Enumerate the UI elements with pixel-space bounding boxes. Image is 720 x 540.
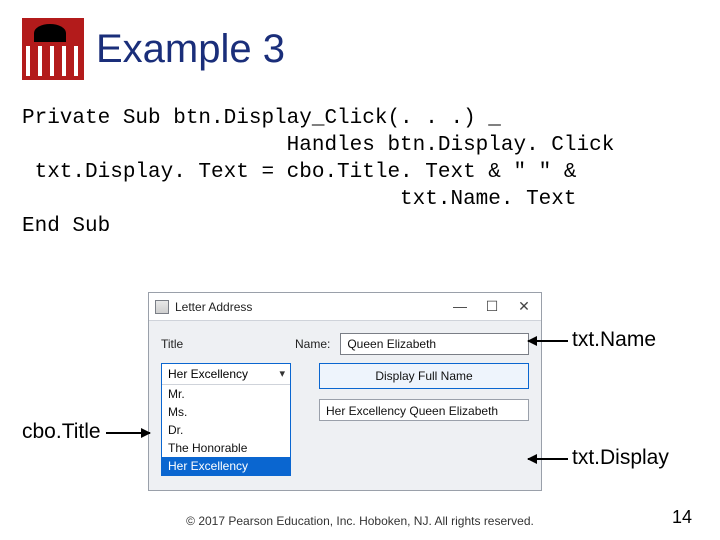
combobox-item[interactable]: Her Excellency [162, 457, 290, 475]
window-title: Letter Address [175, 300, 252, 314]
combobox-item[interactable]: Ms. [162, 403, 290, 421]
display-button[interactable]: Display Full Name [319, 363, 529, 389]
maximize-button[interactable]: ☐ [485, 298, 499, 315]
slide-logo [22, 18, 84, 80]
copyright-footer: © 2017 Pearson Education, Inc. Hoboken, … [0, 514, 720, 528]
code-block: Private Sub btn.Display_Click(. . .) _ H… [22, 106, 698, 240]
arrow-txtdisplay [528, 458, 568, 460]
window-icon [155, 300, 169, 314]
title-combobox[interactable]: Her Excellency Mr.Ms.Dr.The HonorableHer… [161, 363, 291, 476]
output-textbox[interactable]: Her Excellency Queen Elizabeth [319, 399, 529, 421]
annotation-txtname: txt.Name [572, 328, 656, 352]
slide-title: Example 3 [96, 27, 285, 72]
annotation-cbotitle: cbo.Title [22, 420, 101, 444]
app-window: Letter Address — ☐ ✕ Title Name: Her Exc… [148, 292, 542, 491]
minimize-button[interactable]: — [453, 298, 467, 315]
arrow-txtname [528, 340, 568, 342]
title-label: Title [161, 337, 205, 351]
arrow-cbotitle [106, 432, 150, 434]
combobox-selected[interactable]: Her Excellency [162, 364, 290, 385]
combobox-item[interactable]: Dr. [162, 421, 290, 439]
close-button[interactable]: ✕ [517, 298, 531, 315]
page-number: 14 [672, 507, 692, 528]
combobox-item[interactable]: The Honorable [162, 439, 290, 457]
window-titlebar: Letter Address — ☐ ✕ [149, 293, 541, 321]
name-input[interactable] [340, 333, 529, 355]
annotation-txtdisplay: txt.Display [572, 446, 669, 470]
name-label: Name: [295, 337, 330, 351]
combobox-item[interactable]: Mr. [162, 385, 290, 403]
